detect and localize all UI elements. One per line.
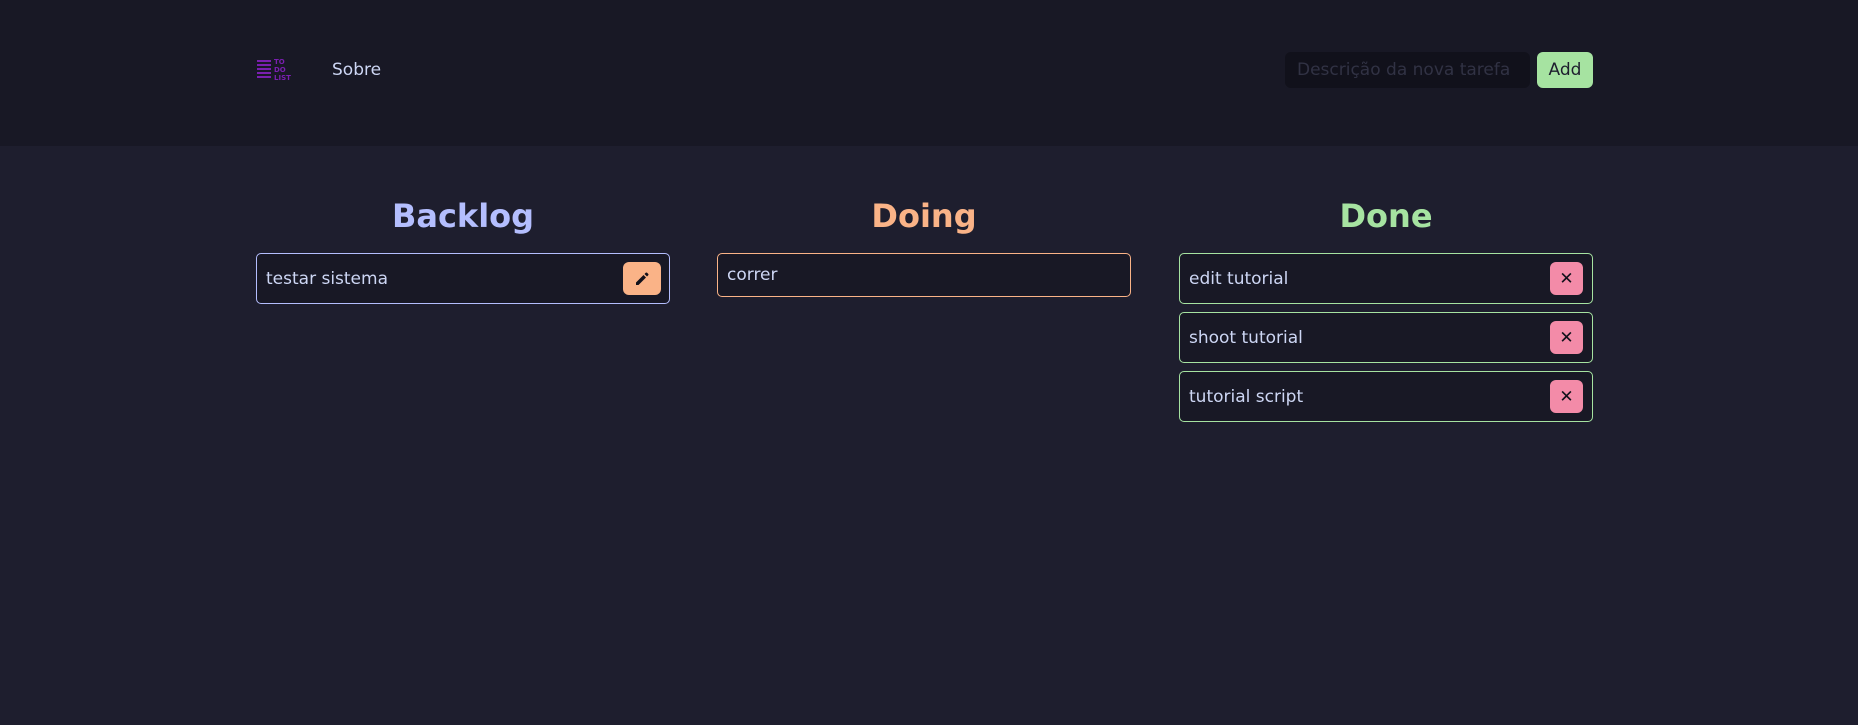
- close-icon: ✕: [1559, 327, 1574, 347]
- task-card[interactable]: shoot tutorial ✕: [1179, 312, 1593, 363]
- remove-task-button[interactable]: ✕: [1550, 321, 1583, 354]
- svg-text:LIST: LIST: [274, 74, 291, 82]
- task-card[interactable]: correr: [717, 253, 1131, 297]
- backlog-column-title: Backlog: [391, 197, 535, 235]
- done-column-title: Done: [1339, 197, 1433, 235]
- doing-column: Doing correr: [717, 196, 1131, 305]
- task-card[interactable]: edit tutorial ✕: [1179, 253, 1593, 304]
- todo-list-logo[interactable]: TO DO LIST: [256, 54, 294, 84]
- task-card[interactable]: tutorial script ✕: [1179, 371, 1593, 422]
- task-text: edit tutorial: [1189, 268, 1289, 289]
- add-task-button[interactable]: Add: [1537, 52, 1593, 88]
- svg-text:TO: TO: [274, 58, 285, 66]
- new-task-input[interactable]: [1285, 52, 1530, 88]
- top-navbar: TO DO LIST Sobre Add: [0, 0, 1858, 146]
- svg-text:DO: DO: [274, 66, 286, 74]
- doing-column-title: Doing: [871, 197, 977, 235]
- remove-task-button[interactable]: ✕: [1550, 262, 1583, 295]
- remove-task-button[interactable]: ✕: [1550, 380, 1583, 413]
- done-column: Done edit tutorial ✕ shoot tutorial ✕ tu…: [1179, 196, 1593, 430]
- close-icon: ✕: [1559, 386, 1574, 406]
- backlog-column: Backlog testar sistema: [256, 196, 670, 312]
- nav-link-about[interactable]: Sobre: [332, 58, 381, 82]
- close-icon: ✕: [1559, 268, 1574, 288]
- task-text: tutorial script: [1189, 386, 1304, 407]
- task-text: testar sistema: [266, 268, 388, 289]
- edit-task-button[interactable]: [623, 262, 661, 295]
- task-text: shoot tutorial: [1189, 327, 1303, 348]
- task-text: correr: [727, 265, 778, 285]
- pencil-icon: [636, 272, 649, 285]
- task-card[interactable]: testar sistema: [256, 253, 670, 304]
